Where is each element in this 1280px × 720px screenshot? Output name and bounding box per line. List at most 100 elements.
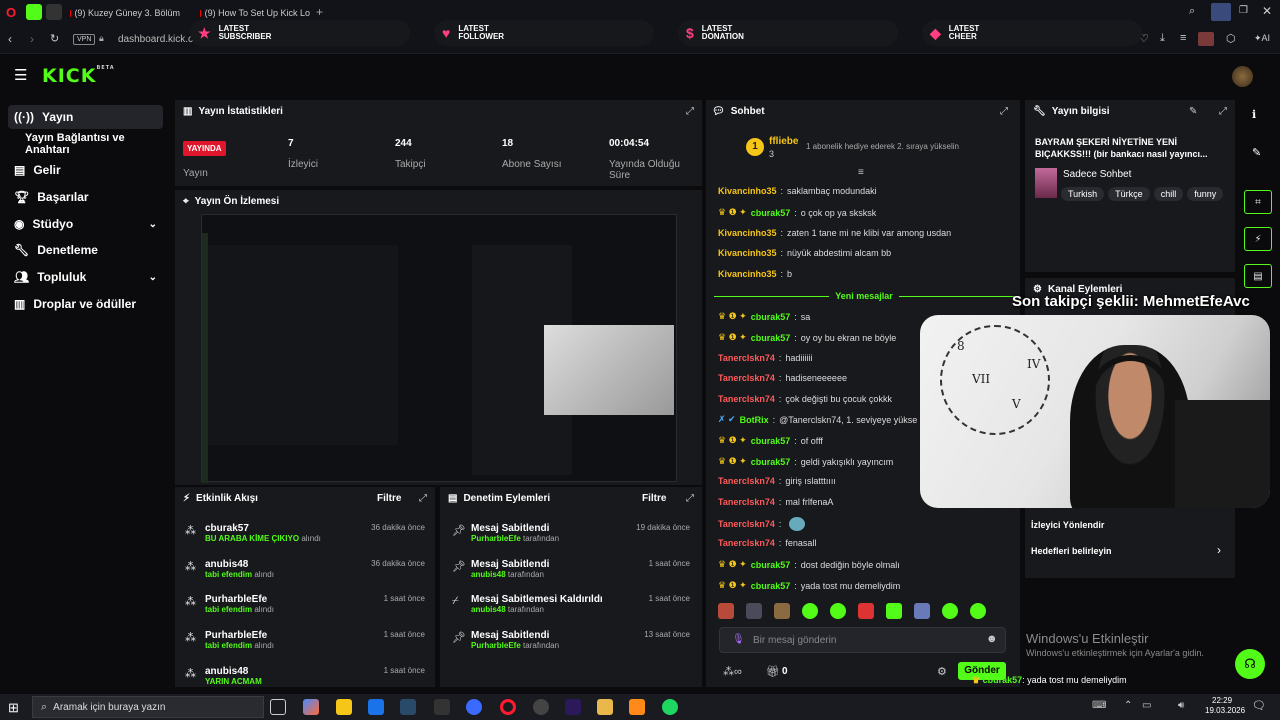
task-view-icon[interactable] (270, 699, 286, 715)
chat-username[interactable]: BotRix (740, 415, 769, 425)
epic-icon[interactable] (434, 699, 450, 715)
emote-icon[interactable] (942, 603, 958, 619)
filter-button[interactable]: Filtre (377, 493, 401, 504)
expand-icon[interactable]: ⤢ (686, 493, 694, 504)
vpn-badge[interactable]: VPN (73, 34, 96, 45)
sidebar-item-yayin[interactable]: ((·)) Yayın (8, 105, 163, 129)
obs-icon[interactable] (533, 699, 549, 715)
menu-icon[interactable]: ≡ (1180, 32, 1186, 44)
volume-icon[interactable]: 🔊︎ (1178, 700, 1184, 711)
expand-icon[interactable]: ⤢ (686, 106, 694, 117)
chat-username[interactable]: Tanerclskn74 (718, 373, 775, 383)
app-icon[interactable] (597, 699, 613, 715)
ai-button[interactable]: ✦AI (1254, 33, 1270, 44)
emote-icon[interactable] (774, 603, 790, 619)
emote-icon[interactable] (886, 603, 902, 619)
back-icon[interactable]: ‹ (8, 32, 12, 46)
chat-username[interactable]: cburak57 (751, 560, 791, 570)
network-icon[interactable]: ▭ (1142, 700, 1151, 711)
edit-icon[interactable]: ✎ (1189, 106, 1197, 117)
steam-icon[interactable] (400, 699, 416, 715)
emote-icon[interactable] (718, 603, 734, 619)
chat-username[interactable]: cburak57 (751, 208, 791, 218)
outlook-icon[interactable] (368, 699, 384, 715)
info-icon[interactable]: ℹ (1252, 108, 1256, 121)
support-icon[interactable]: ☊ (1235, 649, 1265, 679)
clock-date[interactable]: 19.03.2026 (1205, 706, 1245, 715)
chat-username[interactable]: Tanerclskn74 (718, 394, 775, 404)
tag[interactable]: funny (1187, 187, 1224, 201)
windows-start-icon[interactable]: ⊞ (8, 700, 19, 716)
profile-icon[interactable] (1198, 32, 1214, 46)
search-tabs-icon[interactable]: ⌕ (1189, 5, 1195, 18)
chat-username[interactable]: cburak57 (751, 312, 791, 322)
raid-action[interactable]: İzleyici Yönlendir (1031, 520, 1104, 530)
app-icon[interactable] (466, 699, 482, 715)
clip-action-icon[interactable]: ⌗ (1244, 190, 1272, 214)
sidebar-item-studyo[interactable]: ◉ Stüdyo ⌄ (8, 212, 163, 236)
premiere-icon[interactable] (565, 699, 581, 715)
chat-username[interactable]: Tanerclskn74 (718, 497, 775, 507)
chat-username[interactable]: cburak57 (751, 457, 791, 467)
sidebar-item-droplar[interactable]: ▥ Droplar ve ödüller (8, 292, 163, 316)
forward-icon[interactable]: › (30, 32, 34, 46)
goals-action[interactable]: Hedefleri belirleyin (1031, 546, 1112, 556)
expand-icon[interactable]: ⤢ (1000, 106, 1008, 117)
sidebar-item-basarilar[interactable]: 🏆︎ Başarılar (8, 185, 163, 209)
chevron-right-icon[interactable]: › (1217, 543, 1221, 557)
vlc-icon[interactable] (629, 699, 645, 715)
extension-icon[interactable]: ⬡ (1226, 32, 1236, 45)
doc-action-icon[interactable]: ▤ (1244, 264, 1272, 288)
expand-icon[interactable]: ⤢ (1219, 106, 1227, 117)
url-field[interactable]: dashboard.kick.co (118, 34, 199, 45)
kick-tab-icon[interactable] (26, 4, 42, 20)
chat-input-box[interactable]: 🎙︎ Bir mesaj gönderin ☻ (719, 627, 1006, 653)
avatar[interactable] (1232, 66, 1253, 87)
emote-icon[interactable] (858, 603, 874, 619)
stream-preview-video[interactable] (201, 214, 677, 483)
tray-expand-icon[interactable]: ⌃ (1124, 700, 1132, 711)
opera-icon[interactable]: O (6, 5, 16, 20)
chat-username[interactable]: Kivancinho35 (718, 186, 777, 196)
chat-username[interactable]: Kivancinho35 (718, 248, 777, 258)
emoji-icon[interactable]: ☻ (986, 633, 998, 645)
emote-icon[interactable] (802, 603, 818, 619)
clock-time[interactable]: 22:29 (1212, 696, 1232, 705)
chat-username[interactable]: cburak57 (751, 436, 791, 446)
close-icon[interactable]: ✕ (1262, 4, 1272, 18)
tab-icon[interactable] (46, 4, 62, 20)
emote-icon[interactable] (914, 603, 930, 619)
tag[interactable]: Turkish (1061, 187, 1105, 201)
minimize-icon[interactable] (1211, 3, 1231, 21)
emote-icon[interactable] (746, 603, 762, 619)
keyboard-icon[interactable]: ⌨ (1092, 700, 1106, 711)
chat-username[interactable]: cburak57 (751, 333, 791, 343)
mic-icon[interactable]: 🎙︎ (732, 634, 745, 645)
spotify-icon[interactable] (662, 699, 678, 715)
filter-button[interactable]: Filtre (642, 493, 666, 504)
chat-username[interactable]: Tanerclskn74 (718, 476, 775, 486)
gift-box-icon[interactable]: 🎁︎ (766, 665, 780, 678)
new-tab-icon[interactable]: + (316, 5, 323, 19)
chat-username[interactable]: cburak57 (751, 581, 791, 591)
pinned-user[interactable]: ffliebe (769, 136, 798, 147)
sidebar-item-denetleme[interactable]: 🔧︎ Denetleme (8, 238, 163, 262)
collapse-pinned-icon[interactable]: ≡ (858, 167, 864, 178)
copilot-icon[interactable] (303, 699, 319, 715)
emote-icon[interactable] (830, 603, 846, 619)
sidebar-item-topluluk[interactable]: 👥︎ Topluluk ⌄ (8, 265, 163, 289)
pencil-icon[interactable]: ✎ (1252, 146, 1261, 159)
download-icon[interactable]: ⤓ (1160, 32, 1165, 45)
bolt-action-icon[interactable]: ⚡︎ (1244, 227, 1272, 251)
opera-taskbar-icon[interactable] (500, 699, 516, 715)
chat-username[interactable]: Tanerclskn74 (718, 519, 775, 529)
hamburger-menu-icon[interactable]: ☰ (14, 66, 27, 84)
notification-icon[interactable]: 🗨︎ (1252, 699, 1266, 712)
sidebar-item-stream-key[interactable]: Yayın Bağlantısı ve Anahtarı (8, 132, 163, 156)
chat-username[interactable]: Tanerclskn74 (718, 353, 775, 363)
community-icon[interactable]: ⁂∞ (723, 665, 742, 678)
chat-username[interactable]: Tanerclskn74 (718, 538, 775, 548)
category-name[interactable]: Sadece Sohbet (1063, 169, 1131, 180)
maximize-icon[interactable]: ❐ (1239, 5, 1248, 16)
tag[interactable]: Türkçe (1108, 187, 1150, 201)
